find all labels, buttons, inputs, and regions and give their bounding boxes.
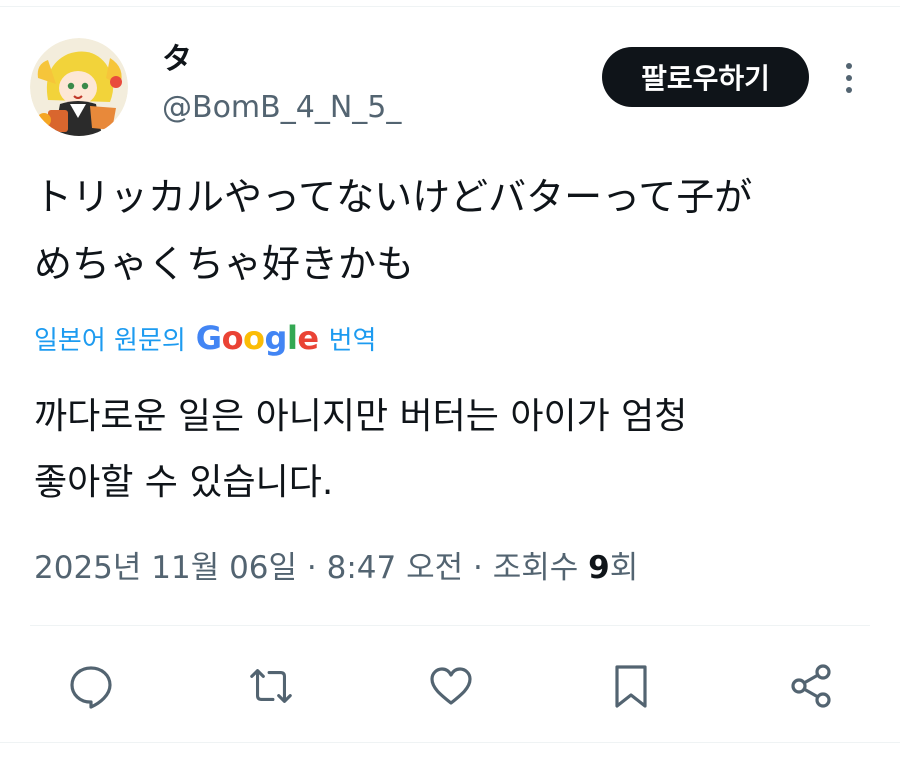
tweet-date[interactable]: 2025년 11월 06일: [34, 550, 297, 586]
follow-button[interactable]: 팔로우하기: [602, 47, 809, 107]
translated-text-line: 좋아할 수 있습니다.: [34, 462, 334, 503]
views-suffix: 회: [609, 550, 639, 586]
views-count: 9: [588, 550, 610, 586]
more-options-icon[interactable]: [834, 60, 864, 96]
views-label: 조회수: [492, 550, 579, 586]
tweet-text-line: めちゃくちゃ好きかも: [34, 242, 415, 286]
translation-label: 일본어 원문의: [34, 325, 186, 356]
translation-header[interactable]: 일본어 원문의 Google 번역: [34, 316, 376, 360]
tweet-time[interactable]: 8:47 오전: [327, 550, 464, 586]
user-handle[interactable]: @BomB_4_N_5_: [162, 88, 401, 128]
google-logo: Google: [195, 319, 319, 357]
translated-text: 까다로운 일은 아니지만 버터는 아이가 엄청 좋아할 수 있습니다.: [34, 384, 874, 516]
tweet-actions: [0, 655, 900, 715]
share-icon[interactable]: [786, 661, 836, 711]
tweet-text-line: トリッカルやってないけどバターって子が: [34, 175, 753, 219]
meta-separator: ·: [306, 550, 317, 586]
retweet-icon[interactable]: [246, 661, 296, 711]
translated-text-line: 까다로운 일은 아니지만 버터는 아이가 엄청: [34, 396, 688, 437]
top-divider: [0, 6, 900, 7]
reply-icon[interactable]: [66, 661, 116, 711]
tweet-text: トリッカルやってないけどバターって子が めちゃくちゃ好きかも: [34, 164, 874, 298]
like-icon[interactable]: [426, 661, 476, 711]
tweet-meta: 2025년 11월 06일 · 8:47 오전 · 조회수 9회: [34, 546, 638, 590]
actions-divider: [30, 625, 870, 626]
bottom-divider: [0, 742, 900, 743]
avatar[interactable]: [30, 38, 128, 136]
display-name[interactable]: タ: [162, 40, 192, 80]
translation-action[interactable]: 번역: [329, 320, 377, 357]
bookmark-icon[interactable]: [606, 661, 656, 711]
meta-separator: ·: [473, 550, 483, 586]
